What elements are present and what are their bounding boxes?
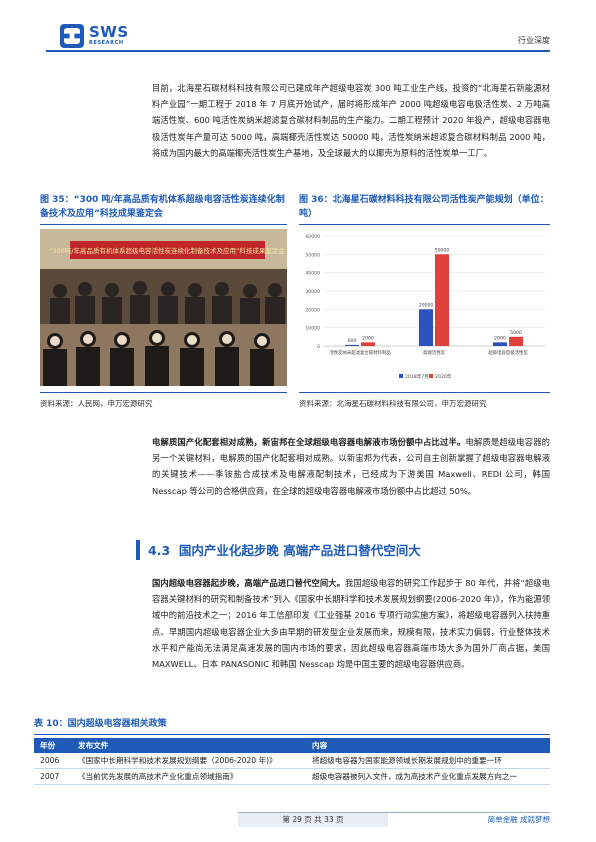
photo-banner-text: “300吨/年高品质有机体系超级电容活性炭连续化制备技术及应用”科技成果鉴定会 bbox=[49, 246, 285, 255]
domestic-body: 我国超级电容的研究工作起步于 80 年代，并将“超级电容器关键材料的研究和制备技… bbox=[152, 578, 550, 670]
y-tick-label: 0 bbox=[317, 344, 320, 350]
header-divider bbox=[46, 50, 550, 52]
figure-36-source-rule bbox=[299, 392, 550, 393]
table-cell-document: 《当前优先发展的高技术产业化重点领域指南》 bbox=[72, 768, 306, 785]
capacity-chart-svg: 60000 50000 40000 30000 20000 10000 0 600 2000 活性… bbox=[305, 234, 545, 380]
bar bbox=[419, 309, 433, 346]
column-header-content: 内容 bbox=[306, 738, 550, 753]
bar bbox=[361, 342, 375, 346]
intro-paragraph: 目前，北海星石碳材料科技有限公司已建成年产超级电容炭 300 吨工业生产线，投资… bbox=[152, 83, 550, 158]
table-header-row: 年份 发布文件 内容 bbox=[34, 738, 550, 753]
figure-36-title: 图 36：北海星石碳材料科技有限公司活性炭产能规划（单位：吨） bbox=[299, 195, 549, 219]
logo-mark-icon bbox=[60, 24, 84, 48]
capacity-chart: 60000 50000 40000 30000 20000 10000 0 600 2000 活性… bbox=[299, 228, 550, 388]
domestic-lead: 国内超级电容器起步晚，高端产品进口替代空间大。 bbox=[152, 578, 346, 588]
y-tick-label: 40000 bbox=[305, 271, 320, 277]
legend-label: 2020年 bbox=[435, 373, 452, 380]
bar-data-label: 5000 bbox=[510, 330, 522, 336]
policy-table: 年份 发布文件 内容 2006 《国家中长期科学和技术发展规划纲要（2006-2… bbox=[34, 738, 550, 785]
legend-swatch bbox=[399, 374, 403, 378]
y-tick-label: 60000 bbox=[305, 234, 320, 240]
conference-photo: “300吨/年高品质有机体系超级电容活性炭连续化制备技术及应用”科技成果鉴定会 bbox=[40, 229, 287, 386]
bar-data-label: 600 bbox=[348, 338, 357, 344]
section-marker bbox=[136, 540, 140, 560]
conference-photo-image: “300吨/年高品质有机体系超级电容活性炭连续化制备技术及应用”科技成果鉴定会 bbox=[40, 229, 287, 386]
x-tick-label: 超级电容电极活性炭 bbox=[488, 349, 528, 356]
electrolyte-lead: 电解质国产化配套相对成熟，新宙邦在全球超级电容器电解液市场份额中占比过半。 bbox=[152, 437, 466, 447]
bar-data-label: 50000 bbox=[435, 247, 450, 253]
bar bbox=[509, 336, 523, 346]
table-cell-content: 超级电容器被列入文件，成为高技术产业化重点发展方向之一 bbox=[306, 768, 550, 785]
bar bbox=[435, 254, 449, 346]
table-cell-document: 《国家中长期科学和技术发展规划纲要（2006-2020 年)》 bbox=[72, 753, 306, 769]
header-tag: 行业深度 bbox=[518, 36, 550, 45]
logo-subtext: RESEARCH bbox=[89, 40, 124, 46]
bar-data-label: 2000 bbox=[494, 335, 506, 341]
y-tick-label: 10000 bbox=[305, 326, 320, 332]
logo-text: SWS bbox=[89, 23, 129, 41]
table-row: 2006 《国家中长期科学和技术发展规划纲要（2006-2020 年)》 将超级… bbox=[34, 753, 550, 769]
bar bbox=[345, 344, 359, 346]
table-cell-content: 将超级电容器为国家能源领域长期发展规划中的重要一环 bbox=[306, 753, 550, 769]
electrolyte-paragraph: 电解质国产化配套相对成熟，新宙邦在全球超级电容器电解液市场份额中占比过半。电解质… bbox=[152, 434, 550, 499]
table-cell-year: 2006 bbox=[34, 753, 72, 769]
table-row: 2007 《当前优先发展的高技术产业化重点领域指南》 超级电容器被列入文件，成为… bbox=[34, 768, 550, 785]
section-heading: 4.3 国内产业化起步晚 高端产品进口替代空间大 bbox=[148, 540, 421, 559]
table-cell-year: 2007 bbox=[34, 768, 72, 785]
x-tick-label: 活性炭纳米超滤复合碳材料制品 bbox=[329, 349, 391, 356]
bar-data-label: 20000 bbox=[419, 302, 434, 308]
figure-35-source-rule bbox=[40, 392, 287, 393]
legend-label: 2018年7月 bbox=[405, 373, 429, 380]
footer-slogan: 简单金融 成就梦想 bbox=[487, 815, 550, 824]
section-number: 4.3 bbox=[148, 543, 171, 558]
column-header-document: 发布文件 bbox=[72, 738, 306, 753]
bar-data-label: 2000 bbox=[362, 335, 374, 341]
section-title: 国内产业化起步晚 高端产品进口替代空间大 bbox=[178, 543, 421, 558]
y-tick-label: 30000 bbox=[305, 289, 320, 295]
figure-35-title: 图 35：“300 吨/年高品质有机体系超级电容活性炭连续化制备技术及应用”科技… bbox=[40, 195, 285, 219]
figure-36-source: 资料来源：北海星石碳材料科技有限公司，申万宏源研究 bbox=[299, 399, 487, 408]
figure-35-source: 资料来源：人民网，申万宏源研究 bbox=[40, 399, 153, 408]
x-tick-label: 高端活性炭 bbox=[423, 349, 446, 356]
column-header-year: 年份 bbox=[34, 738, 72, 753]
bar bbox=[493, 342, 507, 346]
figure-36-rule bbox=[299, 224, 550, 225]
legend-swatch bbox=[429, 374, 433, 378]
table-10-rule bbox=[34, 734, 550, 735]
sws-logo: SWS RESEARCH bbox=[60, 22, 130, 52]
figure-35-rule bbox=[40, 224, 287, 225]
table-10-title: 表 10：国内超级电容器相关政策 bbox=[34, 719, 167, 729]
domestic-paragraph: 国内超级电容器起步晚，高端产品进口替代空间大。我国超级电容的研究工作起步于 80… bbox=[152, 575, 550, 672]
y-tick-label: 20000 bbox=[305, 307, 320, 313]
y-tick-label: 50000 bbox=[305, 252, 320, 258]
page-number: 第 29 页 共 33 页 bbox=[238, 813, 388, 827]
